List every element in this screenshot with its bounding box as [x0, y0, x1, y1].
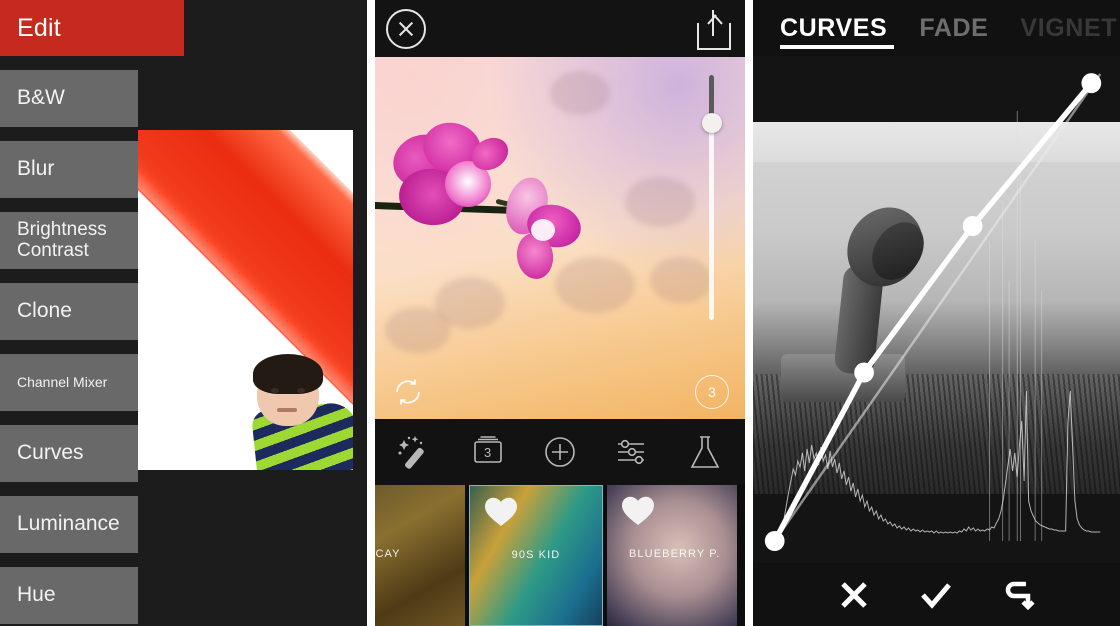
- filter-name: 90S KID: [511, 549, 561, 561]
- sliders-icon[interactable]: [608, 430, 656, 474]
- editor-toolbar: 3: [375, 419, 745, 485]
- screenshot-root: Edit B&W Blur Brightness Contrast Clone …: [0, 0, 1120, 626]
- menu-item-clone[interactable]: Clone: [0, 283, 138, 340]
- edit-header-label: Edit: [17, 13, 61, 42]
- menu-item-luminance[interactable]: Luminance: [0, 496, 138, 553]
- flask-icon[interactable]: [681, 430, 729, 474]
- tab-fade[interactable]: FADE: [919, 14, 988, 43]
- menu-item-label: Clone: [17, 299, 72, 323]
- magic-wand-icon[interactable]: [391, 430, 439, 474]
- heart-icon[interactable]: [621, 495, 655, 526]
- close-circle-icon[interactable]: [386, 9, 426, 49]
- panel-divider-1: [367, 0, 375, 626]
- editor-top-bar: [375, 0, 745, 57]
- filter-card[interactable]: DECAY: [375, 485, 465, 626]
- menu-item-hue[interactable]: Hue: [0, 567, 138, 624]
- menu-item-label: Hue: [17, 583, 56, 607]
- layer-count-badge[interactable]: 3: [695, 375, 729, 409]
- menu-item-bw[interactable]: B&W: [0, 70, 138, 127]
- orchid-petal: [531, 219, 555, 241]
- filter-card[interactable]: 90S KID: [469, 485, 603, 626]
- cancel-x-icon[interactable]: [837, 578, 871, 612]
- edit-menu-panel: Edit B&W Blur Brightness Contrast Clone …: [0, 0, 367, 626]
- heart-icon[interactable]: [484, 496, 518, 527]
- curves-panel: CURVES FADE VIGNET: [753, 0, 1120, 626]
- menu-item-channel-mixer[interactable]: Channel Mixer: [0, 354, 138, 411]
- filter-name: BLUEBERRY P.: [629, 548, 721, 560]
- curve-control-point-3[interactable]: [1081, 73, 1102, 94]
- menu-item-brightness-contrast[interactable]: Brightness Contrast: [0, 212, 138, 269]
- active-tab-underline: [780, 45, 894, 49]
- tab-vignette[interactable]: VIGNET: [1020, 14, 1117, 43]
- tab-curves[interactable]: CURVES: [780, 14, 887, 43]
- edit-header: Edit: [0, 0, 184, 56]
- menu-item-label: Channel Mixer: [17, 374, 108, 391]
- intensity-slider[interactable]: [702, 75, 722, 320]
- child-eye-right: [297, 388, 305, 393]
- curve-control-point-1[interactable]: [854, 362, 874, 383]
- share-box: [697, 23, 731, 50]
- undo-arrow-icon[interactable]: [1002, 578, 1036, 612]
- filter-card[interactable]: BLUEBERRY P.: [607, 485, 737, 626]
- layers-icon[interactable]: 3: [464, 430, 512, 474]
- refresh-compare-icon[interactable]: [391, 375, 425, 409]
- menu-item-label: Curves: [17, 441, 84, 465]
- tone-curve-graph[interactable]: [753, 56, 1120, 563]
- layers-count-label: 3: [483, 445, 492, 460]
- photo-editor-panel: 3 3 CAY 90S KID BLUEBERRY P.: [375, 0, 745, 626]
- menu-item-curves[interactable]: Curves: [0, 425, 138, 482]
- curve-control-point-0[interactable]: [764, 531, 785, 551]
- plus-circle-icon[interactable]: [536, 430, 584, 474]
- curves-tab-bar: CURVES FADE VIGNET: [753, 0, 1120, 56]
- curve-control-point-2[interactable]: [962, 216, 983, 237]
- curve-editor-area[interactable]: [753, 56, 1120, 563]
- child-figure: [241, 344, 353, 470]
- panel-divider-2: [745, 0, 753, 626]
- slider-knob[interactable]: [702, 113, 722, 133]
- confirm-check-icon[interactable]: [919, 578, 953, 612]
- menu-item-label: Luminance: [17, 512, 120, 536]
- share-icon[interactable]: [697, 8, 731, 50]
- edit-preview-photo: [138, 130, 353, 470]
- menu-item-label: B&W: [17, 86, 65, 110]
- edit-tool-list: B&W Blur Brightness Contrast Clone Chann…: [0, 70, 138, 626]
- menu-item-label: Blur: [17, 157, 55, 181]
- menu-item-label: Brightness Contrast: [17, 219, 107, 261]
- menu-item-blur[interactable]: Blur: [0, 141, 138, 198]
- filter-name: DECAY: [375, 548, 401, 560]
- editor-canvas[interactable]: 3: [375, 57, 745, 419]
- curves-action-bar: [753, 563, 1120, 626]
- child-eye-left: [271, 388, 279, 393]
- child-mouth: [277, 408, 297, 412]
- filter-strip[interactable]: DECAY 90S KID BLUEBERRY P.: [375, 485, 745, 626]
